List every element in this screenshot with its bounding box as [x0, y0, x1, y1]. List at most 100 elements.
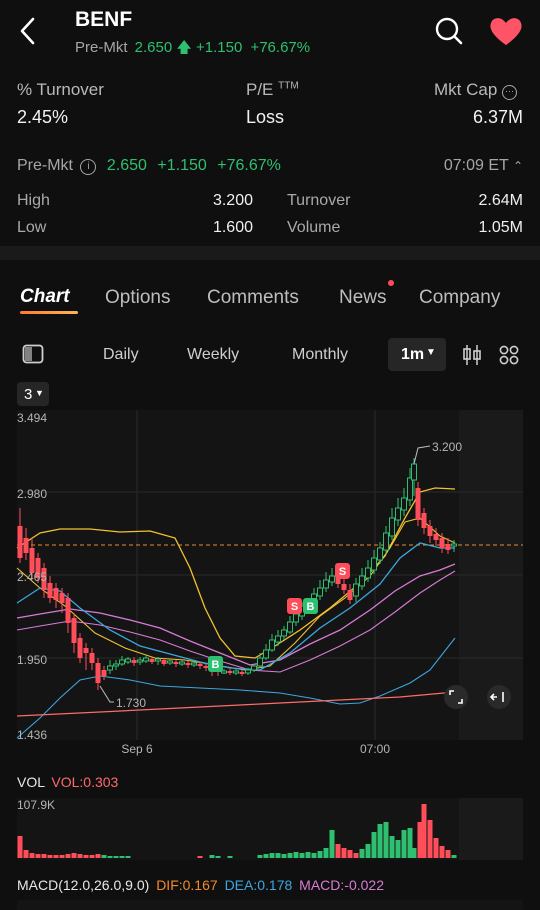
candle-body: [101, 670, 107, 676]
volume-bar: [59, 855, 65, 858]
volume-bar: [29, 853, 35, 858]
volume-bar: [107, 856, 113, 858]
candle-body: [47, 583, 53, 598]
svg-text:B: B: [307, 601, 315, 613]
volume-bar: [395, 840, 401, 858]
sidebar-toggle-icon[interactable]: [22, 344, 44, 364]
candle-body: [173, 662, 179, 664]
volume-bar: [17, 836, 23, 858]
volume-bar: [293, 852, 299, 858]
mktcap-label[interactable]: Mkt Cap ···: [434, 80, 518, 100]
candle-body: [445, 544, 451, 550]
favorite-heart-icon[interactable]: [488, 15, 524, 47]
candle-body: [353, 583, 359, 597]
volume-bar: [433, 838, 439, 858]
grid-layout-icon[interactable]: [499, 345, 519, 365]
tab-comments[interactable]: Comments: [207, 287, 299, 309]
volume-bar: [377, 824, 383, 858]
low-marker-label: 1.730: [116, 696, 146, 710]
candle-body: [427, 526, 433, 536]
volume-bar: [77, 854, 83, 858]
volume-future-area: [459, 798, 523, 860]
candle-body: [323, 579, 329, 589]
volume-bar: [281, 854, 287, 858]
volume-bar: [371, 832, 377, 858]
candle-body: [359, 575, 365, 587]
tab-options[interactable]: Options: [105, 287, 170, 309]
sell-marker-2[interactable]: S: [335, 563, 350, 579]
vol-value: VOL:0.303: [51, 774, 119, 790]
candle-body: [125, 658, 131, 663]
mktcap-value: 6.37M: [472, 107, 523, 127]
indicator-count-select[interactable]: 3 ▼: [17, 382, 49, 406]
period-daily[interactable]: Daily: [103, 346, 139, 364]
caret-down-icon: ▼: [426, 347, 436, 358]
candle-body: [401, 497, 407, 511]
candle-body: [107, 665, 113, 671]
tab-chart[interactable]: Chart: [20, 286, 70, 308]
candle-body: [407, 477, 413, 501]
tab-company[interactable]: Company: [419, 287, 500, 309]
pe-ttm-sup: TTM: [278, 80, 299, 92]
period-weekly[interactable]: Weekly: [187, 346, 239, 364]
candle-body: [257, 657, 263, 667]
candle-body: [433, 534, 439, 540]
buy-marker-1[interactable]: B: [208, 656, 223, 672]
candle-body: [371, 557, 377, 571]
volume-bar: [71, 853, 77, 858]
volume-bar: [451, 855, 457, 858]
candle-body: [365, 567, 371, 579]
candle-body: [83, 648, 89, 653]
volume-bar: [347, 850, 353, 858]
volume-bar: [89, 855, 95, 858]
premarket-summary-label: Pre-Mkt: [17, 157, 73, 174]
candle-body: [17, 526, 23, 558]
buy-marker-2[interactable]: B: [303, 598, 318, 614]
turnover-value: 2.64M: [478, 192, 523, 209]
volume-bar: [95, 854, 101, 858]
candlestick-type-icon[interactable]: [462, 344, 482, 366]
candle-body: [251, 665, 257, 671]
pe-label: P/E TTM: [246, 80, 299, 100]
tab-active-underline: [20, 311, 78, 314]
candle-body: [227, 671, 233, 673]
period-monthly[interactable]: Monthly: [292, 346, 348, 364]
candle-body: [239, 672, 245, 674]
period-select-1m[interactable]: 1m ▼: [388, 338, 446, 371]
candle-body: [281, 629, 287, 637]
mktcap-label-text: Mkt Cap: [434, 80, 498, 99]
x-axis-label-2: 07:00: [360, 742, 390, 756]
fullscreen-icon[interactable]: [444, 685, 468, 709]
y-axis-label-top: 3.494: [17, 411, 47, 425]
volume-bar: [317, 851, 323, 858]
high-label: High: [17, 192, 50, 209]
volume-bar: [439, 846, 445, 858]
volume-bar: [113, 856, 119, 858]
candle-body: [197, 664, 203, 666]
sell-marker-1[interactable]: S: [287, 598, 302, 614]
price-chart[interactable]: B S B S 3.200 1.730 3.494 2.980 2.465 1.…: [0, 408, 540, 760]
candle-body: [137, 659, 143, 663]
low-value: 1.600: [212, 219, 253, 236]
premarket-time-text: 07:09 ET: [443, 157, 509, 174]
scroll-to-latest-icon[interactable]: [487, 685, 511, 709]
period-selected-label: 1m: [401, 346, 425, 363]
info-icon[interactable]: i: [80, 159, 97, 175]
candle-body: [161, 660, 167, 664]
y-axis-label-2: 2.980: [17, 487, 47, 501]
tab-news[interactable]: News: [339, 287, 387, 309]
premarket-time[interactable]: 07:09 ET ⌃: [444, 157, 523, 175]
candle-body: [415, 488, 421, 520]
candle-body: [233, 670, 239, 674]
macd-label: MACD(12.0,26.0,9.0): [17, 877, 150, 893]
vol-legend: VOL VOL:0.303: [17, 774, 118, 790]
candle-body: [131, 660, 137, 663]
back-icon[interactable]: [14, 14, 42, 48]
volume-bar: [335, 844, 341, 858]
candle-body: [167, 660, 173, 664]
candle-body: [263, 649, 269, 659]
candle-body: [95, 663, 101, 683]
search-icon[interactable]: [434, 16, 464, 46]
volume-bar: [227, 856, 233, 858]
turnover-pct-label: % Turnover: [17, 80, 104, 99]
